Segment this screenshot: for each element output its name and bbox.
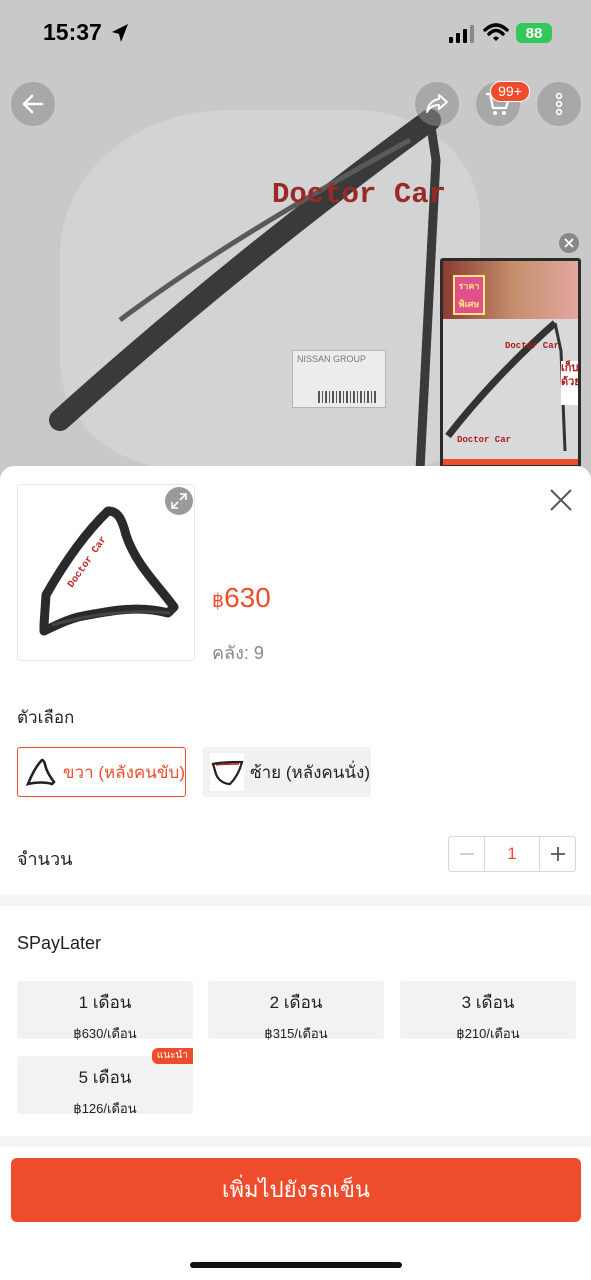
option-image [26,758,57,786]
watermark-text: Doctor Car [272,178,447,211]
stock-value: 9 [253,643,264,663]
quantity-stepper: 1 [448,836,576,872]
decrease-quantity-button[interactable] [449,837,484,871]
more-icon [555,92,563,116]
section-divider [0,895,591,906]
plan-months: 3 เดือน [461,993,515,1012]
mini-side-text: เก็บด้วย [561,361,578,405]
option-thumb [24,753,57,791]
product-price: ฿630 [212,582,271,614]
expand-icon [171,493,187,509]
spaylater-plan[interactable]: 1 เดือน ฿630/เดือน [17,981,193,1041]
mini-watermark: Doctor Car [505,341,560,351]
option-label: ขวา (หลังคนขับ) [62,762,185,782]
price-amount: 630 [224,582,271,613]
option-thumb [210,753,245,791]
mini-player-close-button[interactable] [559,233,579,253]
section-divider [0,1136,591,1147]
stock-label: คลัง: [212,643,249,663]
product-sticker: NISSAN GROUP [292,350,386,408]
status-time: 15:37 [43,19,102,45]
home-indicator [190,1262,402,1268]
spaylater-title: SPayLater [17,933,102,953]
mini-video-player[interactable]: ราคาพิเศษ Doctor Car Doctor Car เก็บด้วย [440,258,581,468]
recommended-badge: แนะนำ [151,1048,193,1064]
option-right-rear[interactable]: ขวา (หลังคนขับ) [17,747,186,797]
status-bar: 15:37 88 [0,0,591,64]
plan-months: 2 เดือน [269,993,323,1012]
quantity-label: จำนวน [17,849,73,869]
back-button[interactable] [11,82,55,126]
share-button[interactable] [415,82,459,126]
stock-info: คลัง: 9 [212,638,264,667]
options-label: ตัวเลือก [17,708,75,727]
add-to-cart-button[interactable]: เพิ่มไปยังรถเข็น [11,1158,581,1222]
plan-amount: ฿315/เดือน [264,1026,328,1041]
more-button[interactable] [537,82,581,126]
minus-icon [459,853,474,855]
variant-bottom-sheet: Doctor Car ฿630 คลัง: 9 ตัวเลือก ขวา (หล… [0,466,591,1280]
cart-count-badge: 99+ [490,81,530,102]
battery-indicator: 88 [516,23,552,43]
close-sheet-button[interactable] [545,484,577,516]
quantity-value[interactable]: 1 [484,837,540,871]
option-label: ซ้าย (หลังคนนั่ง) [250,762,370,782]
option-image [211,760,244,786]
location-arrow-icon [112,24,128,42]
barcode-icon [318,391,378,403]
mini-watermark-2: Doctor Car [457,435,512,445]
spaylater-plan[interactable]: 2 เดือน ฿315/เดือน [208,981,384,1041]
plan-amount: ฿126/เดือน [73,1101,137,1116]
sticker-text: NISSAN GROUP [297,354,367,364]
plan-months: 5 เดือน [78,1068,132,1087]
plan-months: 1 เดือน [78,993,132,1012]
expand-image-button[interactable] [165,487,193,515]
product-thumbnail-image [39,506,179,636]
close-icon [564,238,574,248]
signal-icon [449,25,474,43]
increase-quantity-button[interactable] [540,837,575,871]
back-arrow-icon [22,94,44,114]
close-icon [550,489,572,511]
spaylater-plan[interactable]: แนะนำ 5 เดือน ฿126/เดือน [17,1048,193,1116]
product-thumbnail[interactable]: Doctor Car [17,484,195,661]
price-currency: ฿ [212,591,225,612]
spaylater-plan[interactable]: 3 เดือน ฿210/เดือน [400,981,576,1041]
wifi-icon [483,23,509,41]
plus-icon [550,847,565,861]
share-icon [426,94,448,113]
plan-amount: ฿630/เดือน [73,1026,137,1041]
battery-level: 88 [525,24,543,42]
plan-amount: ฿210/เดือน [456,1026,520,1041]
option-left-rear[interactable]: ซ้าย (หลังคนนั่ง) [203,747,371,797]
